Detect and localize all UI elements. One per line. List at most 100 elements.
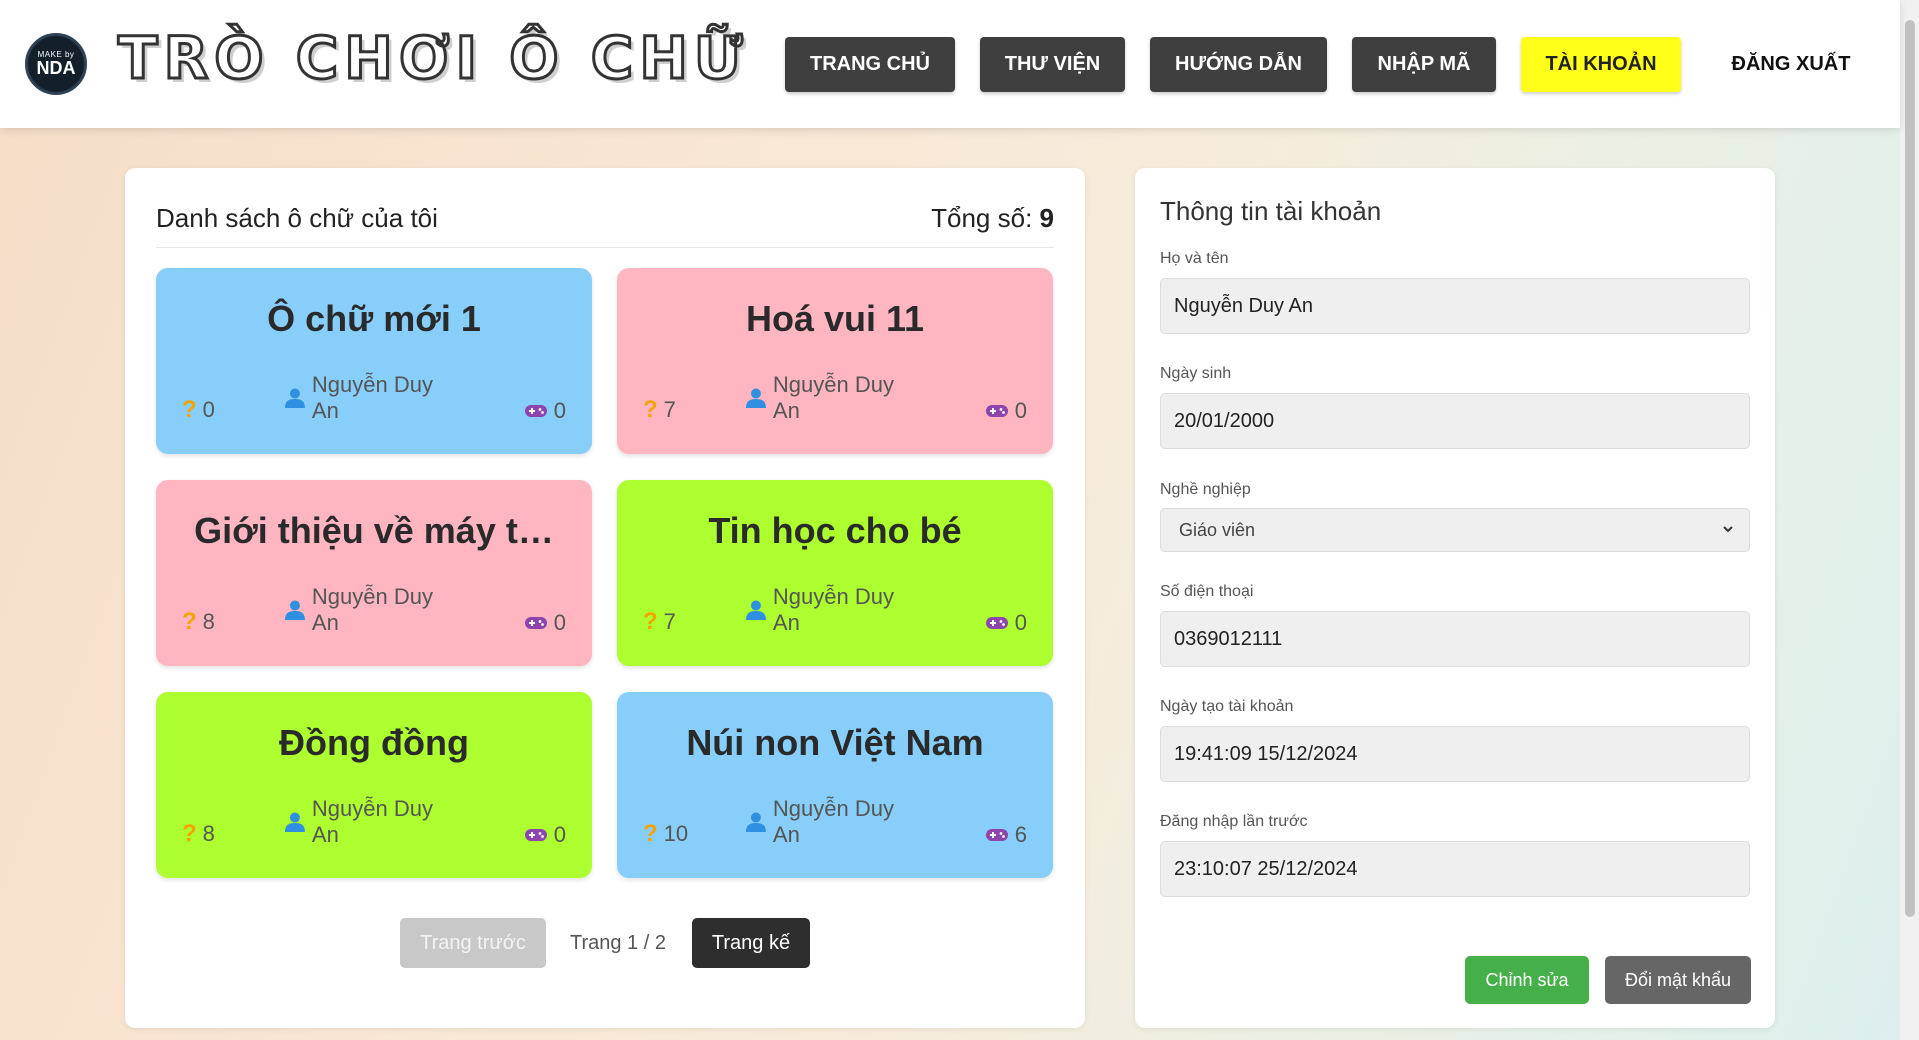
gamepad-icon bbox=[524, 829, 547, 841]
user-icon bbox=[284, 388, 305, 408]
total-label: Tổng số: bbox=[931, 203, 1033, 233]
occupation-value: Giáo viên bbox=[1179, 519, 1256, 540]
page-scrollbar[interactable] bbox=[1900, 0, 1919, 1040]
play-count: 0 bbox=[524, 822, 566, 848]
question-count-value: 7 bbox=[663, 397, 676, 422]
nav-enter-code-button[interactable]: NHẬP MÃ bbox=[1352, 37, 1496, 92]
question-count-value: 10 bbox=[663, 821, 689, 846]
puzzle-card-title: Hoá vui 11 bbox=[745, 298, 925, 339]
question-count-value: 8 bbox=[202, 821, 215, 846]
scrollbar-thumb[interactable] bbox=[1905, 20, 1915, 917]
occupation-select[interactable]: Giáo viên bbox=[1160, 508, 1750, 552]
list-divider bbox=[156, 247, 1054, 248]
play-count: 0 bbox=[524, 398, 566, 424]
puzzle-card[interactable]: Đồng đồng? 8 Nguyễn Duy An 0 bbox=[156, 692, 592, 878]
question-icon: ? bbox=[182, 608, 197, 635]
nav-logout-button[interactable]: ĐĂNG XUẤT bbox=[1706, 37, 1876, 92]
author-name: Nguyễn Duy An bbox=[772, 584, 894, 635]
occupation-label: Nghề nghiệp bbox=[1160, 481, 1251, 498]
question-count: ? 7 bbox=[643, 608, 676, 636]
play-count: 0 bbox=[985, 610, 1027, 636]
last-login-field[interactable]: 23:10:07 25/12/2024 bbox=[1160, 841, 1750, 897]
question-count: ? 8 bbox=[182, 608, 215, 636]
author: Nguyễn Duy An bbox=[284, 584, 464, 636]
author: Nguyễn Duy An bbox=[284, 796, 464, 848]
play-count: 6 bbox=[985, 822, 1027, 848]
top-header: MAKE by NDA TRÒ CHƠI Ô CHỮ TRANG CHỦ THƯ… bbox=[0, 0, 1900, 128]
total-count: 9 bbox=[1039, 203, 1054, 233]
question-icon: ? bbox=[643, 820, 658, 847]
puzzle-card[interactable]: Giới thiệu về máy t…? 8 Nguyễn Duy An 0 bbox=[156, 480, 592, 666]
author: Nguyễn Duy An bbox=[745, 372, 925, 424]
play-count-value: 0 bbox=[1014, 610, 1027, 635]
user-icon bbox=[284, 812, 305, 832]
question-count: ? 0 bbox=[182, 396, 215, 424]
play-count-value: 6 bbox=[1014, 822, 1027, 847]
play-count-value: 0 bbox=[553, 822, 566, 847]
author: Nguyễn Duy An bbox=[745, 796, 925, 848]
site-title: TRÒ CHƠI Ô CHỮ bbox=[116, 23, 749, 94]
author-name: Nguyễn Duy An bbox=[311, 584, 433, 635]
account-info-panel: Thông tin tài khoản Họ và tên Nguyễn Duy… bbox=[1135, 168, 1775, 1028]
nav-guide-button[interactable]: HƯỚNG DẪN bbox=[1150, 37, 1327, 92]
question-icon: ? bbox=[643, 396, 658, 423]
question-count: ? 10 bbox=[643, 820, 688, 848]
author: Nguyễn Duy An bbox=[745, 584, 925, 636]
gamepad-icon bbox=[524, 405, 547, 417]
fullname-label: Họ và tên bbox=[1160, 250, 1229, 267]
gamepad-icon bbox=[985, 829, 1008, 841]
author-name: Nguyễn Duy An bbox=[772, 796, 894, 847]
author: Nguyễn Duy An bbox=[284, 372, 464, 424]
nav-library-button[interactable]: THƯ VIỆN bbox=[980, 37, 1125, 92]
fullname-field[interactable]: Nguyễn Duy An bbox=[1160, 278, 1750, 334]
question-icon: ? bbox=[182, 396, 197, 423]
author-name: Nguyễn Duy An bbox=[772, 372, 894, 423]
puzzle-list-title: Danh sách ô chữ của tôi bbox=[156, 203, 438, 233]
nda-logo[interactable]: MAKE by NDA bbox=[25, 33, 87, 95]
nav-home-button[interactable]: TRANG CHỦ bbox=[785, 37, 955, 92]
user-icon bbox=[745, 600, 766, 620]
play-count: 0 bbox=[985, 398, 1027, 424]
question-count-value: 8 bbox=[202, 609, 215, 634]
phone-field[interactable]: 0369012111 bbox=[1160, 611, 1750, 667]
puzzle-card-title: Ô chữ mới 1 bbox=[267, 298, 481, 339]
play-count-value: 0 bbox=[553, 398, 566, 423]
author-name: Nguyễn Duy An bbox=[311, 372, 433, 423]
logo-big-text: NDA bbox=[36, 58, 76, 78]
play-count: 0 bbox=[524, 610, 566, 636]
puzzle-card[interactable]: Tin học cho bé? 7 Nguyễn Duy An 0 bbox=[617, 480, 1053, 666]
last-login-label: Đăng nhập lần trước bbox=[1160, 813, 1308, 830]
puzzle-card[interactable]: Núi non Việt Nam? 10 Nguyễn Duy An 6 bbox=[617, 692, 1053, 878]
pagination: Trang trước Trang 1 / 2 Trang kế bbox=[125, 918, 1085, 968]
birthdate-field[interactable]: 20/01/2000 bbox=[1160, 393, 1750, 449]
page-indicator: Trang 1 / 2 bbox=[570, 931, 666, 954]
user-icon bbox=[745, 388, 766, 408]
question-count-value: 7 bbox=[663, 609, 676, 634]
prev-page-button[interactable]: Trang trước bbox=[400, 918, 546, 968]
birthdate-label: Ngày sinh bbox=[1160, 365, 1232, 382]
puzzle-card-title: Đồng đồng bbox=[279, 722, 469, 763]
question-count: ? 7 bbox=[643, 396, 676, 424]
phone-label: Số điện thoại bbox=[1160, 583, 1254, 600]
gamepad-icon bbox=[985, 617, 1008, 629]
puzzle-card-title: Núi non Việt Nam bbox=[686, 722, 984, 763]
author-name: Nguyễn Duy An bbox=[311, 796, 433, 847]
puzzle-card[interactable]: Hoá vui 11? 7 Nguyễn Duy An 0 bbox=[617, 268, 1053, 454]
question-icon: ? bbox=[643, 608, 658, 635]
puzzle-total: Tổng số: 9 bbox=[931, 203, 1054, 234]
edit-button[interactable]: Chỉnh sửa bbox=[1465, 956, 1589, 1004]
play-count-value: 0 bbox=[553, 610, 566, 635]
nav-account-button[interactable]: TÀI KHOẢN bbox=[1521, 37, 1681, 92]
created-at-field[interactable]: 19:41:09 15/12/2024 bbox=[1160, 726, 1750, 782]
chevron-down-icon bbox=[1723, 526, 1733, 533]
account-title: Thông tin tài khoản bbox=[1160, 196, 1382, 226]
next-page-button[interactable]: Trang kế bbox=[692, 918, 810, 968]
change-password-button[interactable]: Đổi mật khẩu bbox=[1605, 956, 1751, 1004]
question-icon: ? bbox=[182, 820, 197, 847]
created-at-label: Ngày tạo tài khoản bbox=[1160, 698, 1294, 715]
question-count-value: 0 bbox=[202, 397, 215, 422]
puzzle-card[interactable]: Ô chữ mới 1? 0 Nguyễn Duy An 0 bbox=[156, 268, 592, 454]
gamepad-icon bbox=[985, 405, 1008, 417]
user-icon bbox=[745, 812, 766, 832]
my-puzzles-panel: Danh sách ô chữ của tôi Tổng số: 9 Ô chữ… bbox=[125, 168, 1085, 1028]
